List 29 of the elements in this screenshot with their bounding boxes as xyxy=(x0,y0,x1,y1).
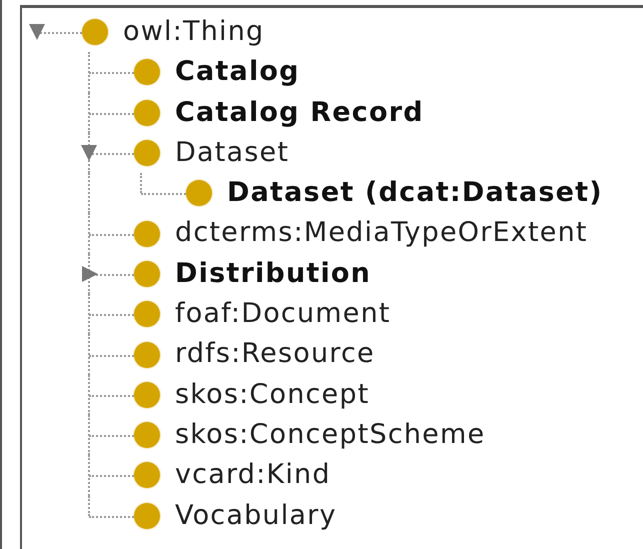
class-icon xyxy=(134,59,160,86)
class-icon xyxy=(82,19,108,46)
class-label[interactable]: Vocabulary xyxy=(175,500,337,532)
class-label[interactable]: skos:ConceptScheme xyxy=(175,418,486,452)
class-label[interactable]: skos:Concept xyxy=(175,378,370,412)
class-label[interactable]: dcterms:MediaTypeOrExtent xyxy=(175,217,588,250)
class-label[interactable]: Dataset (dcat:Dataset) xyxy=(227,177,603,210)
class-icon xyxy=(186,180,212,206)
class-icon xyxy=(134,260,160,287)
class-icon xyxy=(134,422,160,448)
class-label[interactable]: owl:Thing xyxy=(123,16,264,48)
class-icon xyxy=(134,342,160,368)
class-icon xyxy=(134,100,160,126)
class-icon xyxy=(134,382,160,408)
class-label[interactable]: vcard:Kind xyxy=(175,459,331,492)
collapse-toggle[interactable] xyxy=(81,145,97,162)
class-label[interactable]: foaf:Document xyxy=(175,298,391,330)
class-icon xyxy=(134,502,160,529)
class-label[interactable]: rdfs:Resource xyxy=(175,338,375,371)
class-icon xyxy=(134,462,160,488)
class-label[interactable]: Distribution xyxy=(175,258,372,290)
class-label[interactable]: Dataset xyxy=(175,136,290,170)
class-icon xyxy=(134,301,160,328)
class-label[interactable]: Catalog Record xyxy=(175,96,424,129)
class-label[interactable]: Catalog xyxy=(175,56,300,89)
expand-toggle[interactable] xyxy=(82,266,98,282)
collapse-toggle[interactable] xyxy=(29,24,45,40)
class-icon xyxy=(134,140,160,166)
class-icon xyxy=(134,220,160,247)
